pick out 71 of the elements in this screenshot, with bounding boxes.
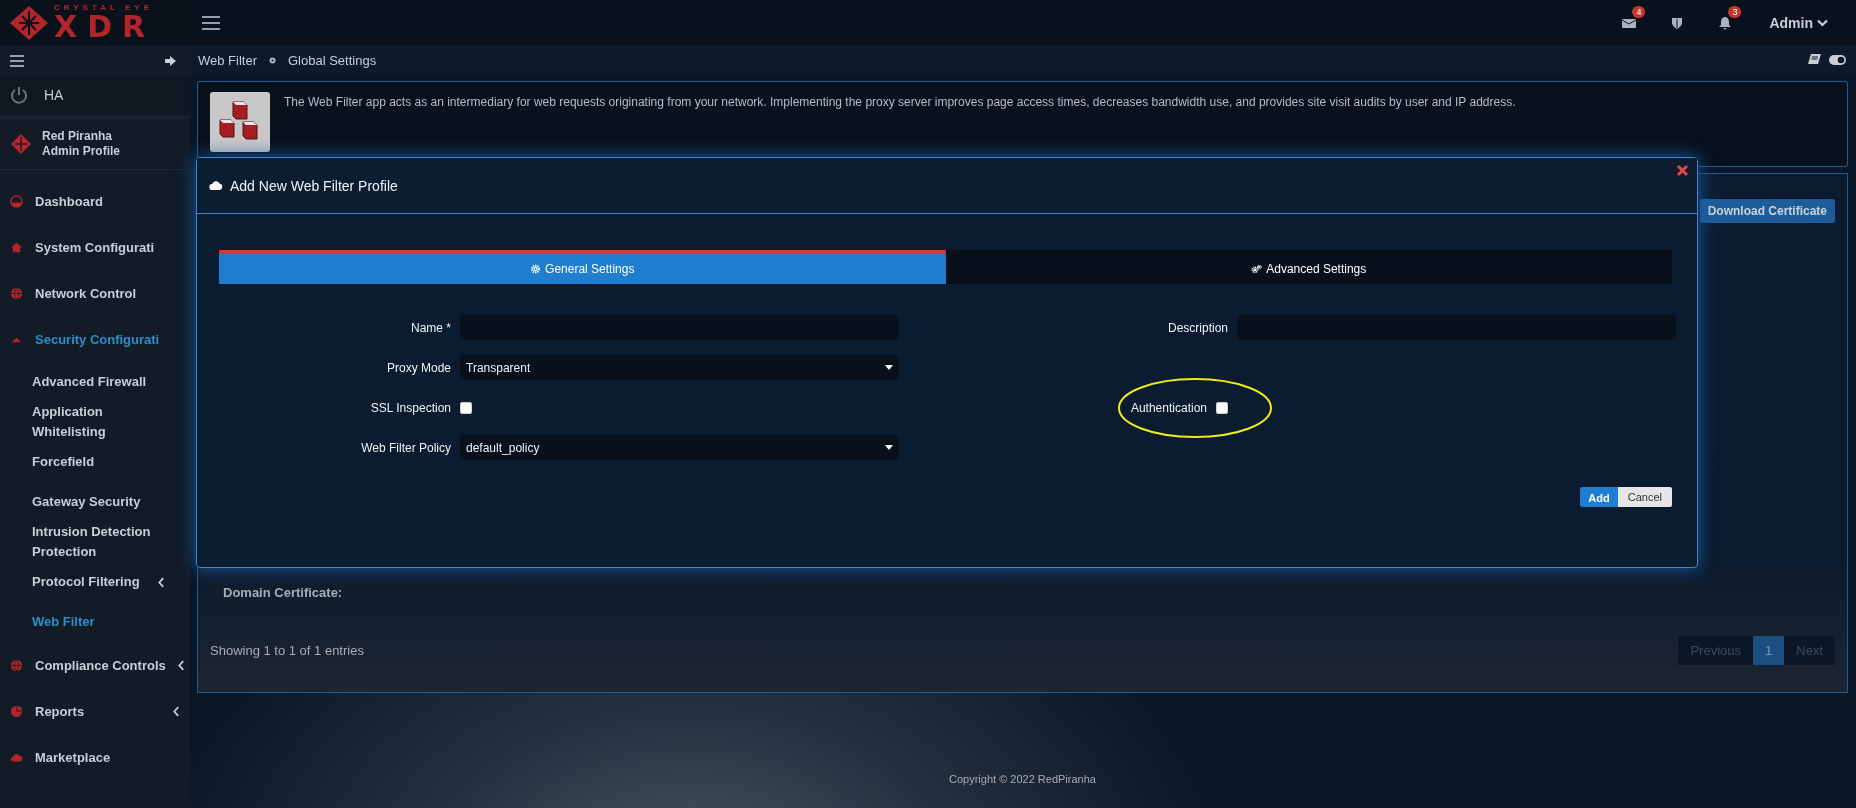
sidebar-item[interactable]: Network Control [0,270,190,316]
copyright-text: Copyright © 2022 RedPiranha [948,773,1097,785]
globe-icon [10,658,23,672]
dropdown-field[interactable]: default_policy [460,435,899,460]
sidebar-subitem[interactable]: Forcefield [0,442,190,482]
sidebar-subitem[interactable]: Gateway Security [0,482,190,522]
field-label: Authentication [1130,400,1207,415]
globe-icon [10,286,23,300]
diamond-logo-icon [8,4,50,41]
sidebar-item[interactable]: Marketplace [0,734,190,780]
notification-badge: 4 [1632,5,1646,18]
ha-label: HA [44,87,64,103]
download-certificate-button[interactable]: Download Certificate [1699,199,1835,223]
sidebar-item[interactable]: Compliance Controls [0,642,190,688]
profile-name: Red Piranha [42,129,114,144]
diamond-logo-icon [10,133,32,155]
chevron-left-icon [177,659,185,671]
notification-badge: 3 [1728,5,1742,18]
domain-certificate-label: Domain Certificate: [223,585,344,600]
close-icon[interactable] [1676,164,1689,177]
checkbox[interactable] [1216,401,1228,414]
settings-tab[interactable]: General Settings [219,250,946,284]
sign-out-icon[interactable] [164,55,178,67]
sidebar-subitem[interactable]: Protocol Filtering [0,562,190,602]
sidebar-item[interactable]: Reports [0,688,190,734]
menu-icon[interactable] [202,15,220,30]
menu-icon[interactable] [10,55,24,67]
gauge-icon [10,194,23,208]
checkbox[interactable] [460,401,472,414]
caret-down-icon [885,365,893,370]
add-button[interactable]: Add [1580,487,1618,507]
profile-role: Admin Profile [42,144,120,159]
toggle-icon[interactable] [1829,55,1846,65]
field-label: Proxy Mode [385,360,451,375]
modal-title: Add New Web Filter Profile [230,177,398,194]
dot-icon [269,56,276,64]
shield-icon[interactable] [1670,15,1685,30]
sidebar-subitem[interactable]: Intrusion Detection Protection [0,522,190,562]
field-label: Description [1166,320,1228,335]
cancel-button[interactable]: Cancel [1617,487,1672,507]
logo-tagline: CRYSTAL EYE [54,3,154,12]
cubes-icon [210,92,270,152]
sidebar-item[interactable]: Dashboard [0,178,190,224]
user-menu[interactable]: Admin [1763,13,1834,32]
sidebar-subitem[interactable]: Application Whitelisting [0,402,190,442]
dropdown-field[interactable]: Transparent [460,355,899,380]
house-icon [10,240,23,254]
field-label: Name * [410,320,451,335]
entries-info: Showing 1 to 1 of 1 entries [210,643,364,658]
bell-icon[interactable] [1718,15,1733,30]
description-text: The Web Filter app acts as an intermediary for web requests originating from your network. Implementing the proxy server improves page access times, decreases bandwidth use, and provides site visit audits by user and IP address. [284,94,1516,111]
caret-down-icon [885,445,893,450]
chevron-left-icon [173,705,180,717]
gear-icon [530,264,542,274]
chevron-down-icon [1817,18,1828,27]
power-icon[interactable] [10,86,28,104]
field-label: Web Filter Policy [360,440,451,455]
pie-chart-icon [10,704,23,718]
sidebar-subitem[interactable]: Advanced Firewall [0,362,190,402]
field-label: SSL Inspection [369,400,451,415]
book-icon[interactable] [1808,54,1821,66]
breadcrumb-link[interactable]: Web Filter [198,52,257,68]
sidebar-item[interactable]: Security Configurati [0,316,190,362]
settings-tab[interactable]: Advanced Settings [945,250,1672,284]
sidebar-subitem[interactable]: Web Filter [0,602,190,642]
gears-icon [1251,264,1263,274]
sidebar-item[interactable]: System Configurati [0,224,190,270]
chevron-left-icon [158,576,165,588]
cloud-icon [209,180,223,191]
breadcrumb-link[interactable]: Global Settings [288,52,377,68]
logo-wordmark: XDR [54,11,156,42]
